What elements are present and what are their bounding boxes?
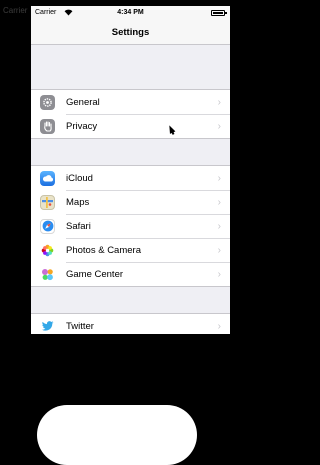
settings-row-game-center[interactable]: Game Center › (31, 262, 230, 286)
phone-screen: Carrier 4:34 PM Settings General › Priva… (31, 6, 230, 334)
status-bar: Carrier 4:34 PM (31, 6, 230, 20)
settings-group-social: Twitter › (31, 313, 230, 334)
bubbles-icon (40, 266, 55, 282)
background-ghost-label: Carrier (3, 6, 28, 15)
chevron-right-icon: › (217, 96, 221, 108)
settings-row-twitter[interactable]: Twitter › (31, 314, 230, 334)
settings-row-icloud[interactable]: iCloud › (31, 166, 230, 190)
gear-icon (40, 94, 55, 110)
compass-icon (40, 218, 55, 234)
settings-row-general[interactable]: General › (31, 90, 230, 114)
navigation-bar: Settings (31, 20, 230, 45)
chevron-right-icon: › (217, 220, 221, 232)
settings-row-photos-camera[interactable]: Photos & Camera › (31, 238, 230, 262)
settings-row-label: iCloud (66, 172, 93, 184)
chevron-right-icon: › (217, 268, 221, 280)
settings-row-label: Safari (66, 220, 91, 232)
map-icon (40, 194, 55, 210)
hand-icon (40, 118, 55, 134)
chevron-right-icon: › (217, 120, 221, 132)
cloud-icon (40, 170, 55, 186)
settings-row-label: Photos & Camera (66, 244, 141, 256)
chevron-right-icon: › (217, 172, 221, 184)
home-button[interactable] (37, 405, 197, 465)
chevron-right-icon: › (217, 196, 221, 208)
settings-group-general: General › Privacy › (31, 89, 230, 139)
flower-icon (40, 242, 55, 258)
settings-row-privacy[interactable]: Privacy › (31, 114, 230, 138)
bird-icon (40, 318, 55, 334)
settings-row-maps[interactable]: Maps › (31, 190, 230, 214)
battery-icon (211, 10, 227, 16)
chevron-right-icon: › (217, 320, 221, 332)
settings-row-label: General (66, 96, 100, 108)
settings-row-safari[interactable]: Safari › (31, 214, 230, 238)
settings-row-label: Game Center (66, 268, 124, 280)
settings-row-label: Twitter (66, 320, 94, 332)
settings-row-label: Maps (66, 196, 90, 208)
chevron-right-icon: › (217, 244, 221, 256)
page-title: Settings (111, 26, 150, 38)
settings-row-label: Privacy (66, 120, 98, 132)
status-time: 4:34 PM (117, 9, 144, 16)
settings-group-apps: iCloud › Maps › Safari › Photos & Camera… (31, 165, 230, 287)
